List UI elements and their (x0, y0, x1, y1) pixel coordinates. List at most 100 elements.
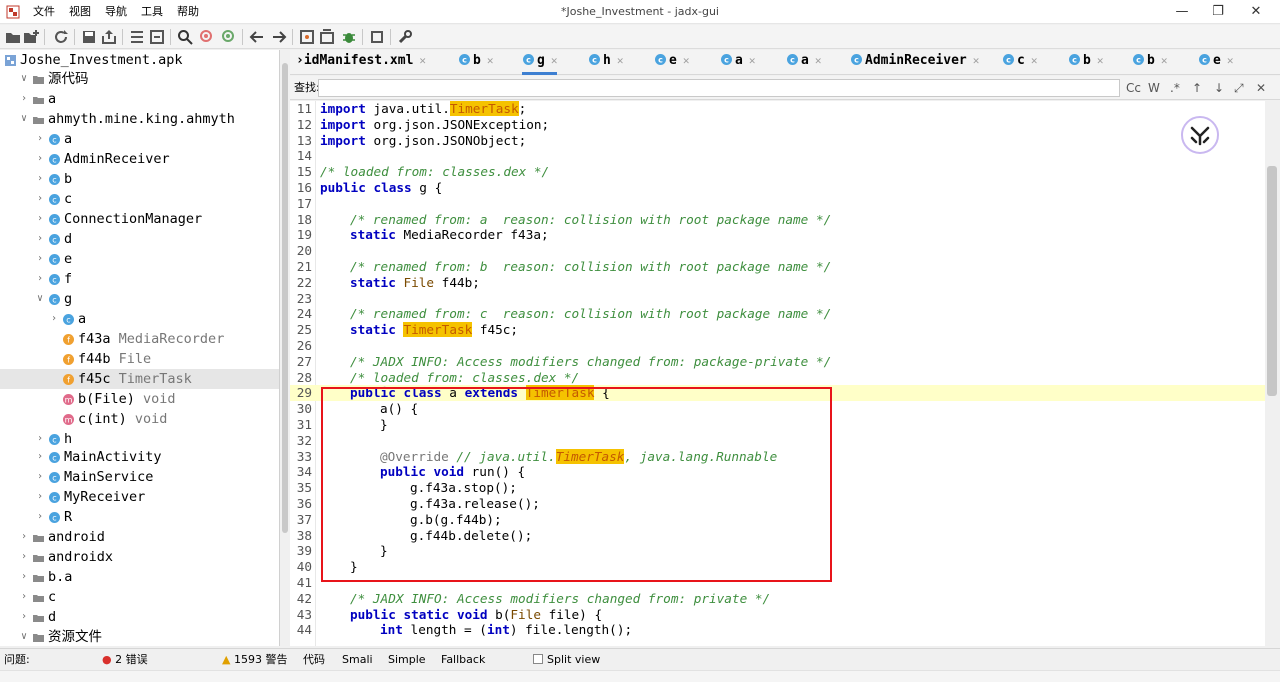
find-class-icon[interactable] (198, 28, 216, 46)
chevron-right-icon[interactable]: › (34, 189, 46, 209)
chevron-right-icon[interactable]: › (18, 607, 30, 627)
match-case-toggle[interactable]: Cc (1126, 76, 1141, 100)
close-tab-icon[interactable]: ✕ (749, 54, 756, 67)
export-icon[interactable] (100, 28, 118, 46)
editor-scrollbar-thumb[interactable] (1267, 166, 1277, 396)
search-previous-button[interactable]: ↑ (1192, 76, 1202, 100)
tree-item[interactable]: › b.a (0, 567, 279, 587)
errors-count[interactable]: ● 2 错误 (102, 649, 148, 671)
chevron-right-icon[interactable]: › (18, 587, 30, 607)
tree-item[interactable]: › c AdminReceiver (0, 149, 279, 169)
tree-item[interactable]: ∨ ahmyth.mine.king.ahmyth (0, 109, 279, 129)
close-tab-icon[interactable]: ✕ (1227, 54, 1234, 67)
tree-item[interactable]: › c MainActivity (0, 447, 279, 467)
editor-tab[interactable]: c g ✕ (522, 50, 558, 75)
tree-item[interactable]: f f45c TimerTask (0, 369, 279, 389)
chevron-down-icon[interactable]: ∨ (34, 289, 46, 309)
chevron-right-icon[interactable]: › (34, 209, 46, 229)
editor-tab[interactable]: c c ✕ (1002, 50, 1037, 75)
tree-item[interactable]: › android (0, 527, 279, 547)
code-editor[interactable]: 11 import java.util.TimerTask; 12 import o… (290, 101, 1265, 646)
tree-item[interactable]: › c h (0, 429, 279, 449)
view-smali-tab[interactable]: Smali (342, 649, 373, 671)
search-input[interactable] (318, 79, 1120, 97)
reload-icon[interactable] (52, 28, 70, 46)
flatten-icon[interactable] (148, 28, 166, 46)
minimize-icon[interactable]: — (1164, 0, 1200, 24)
editor-tab[interactable]: c a ✕ (720, 50, 755, 75)
deobfuscation-icon[interactable] (298, 28, 316, 46)
close-tab-icon[interactable]: ✕ (487, 54, 494, 67)
sync-tree-icon[interactable] (128, 28, 146, 46)
tree-item[interactable]: › c ConnectionManager (0, 209, 279, 229)
chevron-down-icon[interactable]: ∨ (18, 69, 30, 89)
split-view-checkbox[interactable]: Split view (533, 649, 600, 671)
floating-assistant-logo-icon[interactable] (1180, 115, 1220, 155)
close-tab-icon[interactable]: ✕ (1031, 54, 1038, 67)
back-arrow-icon[interactable] (248, 28, 266, 46)
chevron-right-icon[interactable]: › (34, 249, 46, 269)
close-tab-icon[interactable]: ✕ (815, 54, 822, 67)
tree-item[interactable]: ∨ 源代码 (0, 69, 279, 89)
chevron-right-icon[interactable]: › (48, 309, 60, 329)
menu-view[interactable]: 视图 (62, 0, 98, 24)
chevron-right-icon[interactable]: › (34, 467, 46, 487)
tree-item[interactable]: › androidx (0, 547, 279, 567)
view-fallback-tab[interactable]: Fallback (441, 649, 485, 671)
chevron-right-icon[interactable]: › (34, 429, 46, 449)
regex-toggle[interactable]: .* (1170, 76, 1180, 100)
tree-item[interactable]: › c d (0, 229, 279, 249)
chevron-right-icon[interactable]: › (34, 269, 46, 289)
tree-item[interactable]: › c R (0, 507, 279, 527)
view-code-tab[interactable]: 代码 (303, 649, 325, 671)
editor-tab[interactable]: c AdminReceiver ✕ (850, 50, 979, 75)
editor-tab[interactable]: c e ✕ (1198, 50, 1233, 75)
tree-item[interactable]: m b(File) void (0, 389, 279, 409)
save-icon[interactable] (80, 28, 98, 46)
editor-tab[interactable]: c b ✕ (1068, 50, 1103, 75)
tree-item[interactable]: › a (0, 89, 279, 109)
search-close-button[interactable]: ✕ (1256, 76, 1266, 100)
maximize-icon[interactable]: ❐ (1200, 0, 1236, 24)
chevron-right-icon[interactable]: › (18, 527, 30, 547)
tree-item[interactable]: › c (0, 587, 279, 607)
close-tab-icon[interactable]: ✕ (973, 54, 980, 67)
chevron-down-icon[interactable]: ∨ (18, 109, 30, 129)
editor-tab[interactable]: c h ✕ (588, 50, 623, 75)
menu-file[interactable]: 文件 (26, 0, 62, 24)
log-viewer-icon[interactable] (368, 28, 386, 46)
tree-item[interactable]: › c a (0, 129, 279, 149)
chevron-right-icon[interactable]: › (18, 547, 30, 567)
tree-item[interactable]: › c a (0, 309, 279, 329)
close-tab-icon[interactable]: ✕ (617, 54, 624, 67)
close-tab-icon[interactable]: ✕ (551, 54, 558, 67)
close-tab-icon[interactable]: ✕ (683, 54, 690, 67)
tree-item[interactable]: › c MyReceiver (0, 487, 279, 507)
tree-scrollbar-thumb[interactable] (282, 63, 288, 533)
tree-item[interactable]: › d (0, 607, 279, 627)
forward-arrow-icon[interactable] (270, 28, 288, 46)
close-icon[interactable]: ✕ (1238, 0, 1274, 24)
tree-item[interactable]: › c MainService (0, 467, 279, 487)
close-tab-icon[interactable]: ✕ (1161, 54, 1168, 67)
chevron-right-icon[interactable]: › (34, 229, 46, 249)
tree-item[interactable]: f f44b File (0, 349, 279, 369)
open-folder-icon[interactable] (4, 28, 22, 46)
chevron-right-icon[interactable]: › (18, 567, 30, 587)
editor-tab[interactable]: ›idManifest.xml ✕ (296, 50, 426, 75)
debug-bug-icon[interactable] (340, 28, 358, 46)
chevron-right-icon[interactable]: › (34, 149, 46, 169)
search-next-button[interactable]: ↓ (1214, 76, 1224, 100)
editor-tab[interactable]: c b ✕ (1132, 50, 1167, 75)
chevron-right-icon[interactable]: › (34, 169, 46, 189)
editor-tab[interactable]: c b ✕ (458, 50, 493, 75)
chevron-right-icon[interactable]: › (18, 89, 30, 109)
chevron-down-icon[interactable]: ∨ (18, 627, 30, 646)
menu-navigation[interactable]: 导航 (98, 0, 134, 24)
editor-tab[interactable]: c e ✕ (654, 50, 689, 75)
find-usage-icon[interactable] (220, 28, 238, 46)
tree-item[interactable]: › c c (0, 189, 279, 209)
view-simple-tab[interactable]: Simple (388, 649, 426, 671)
menu-tools[interactable]: 工具 (134, 0, 170, 24)
tree-item[interactable]: Joshe_Investment.apk (0, 50, 279, 70)
